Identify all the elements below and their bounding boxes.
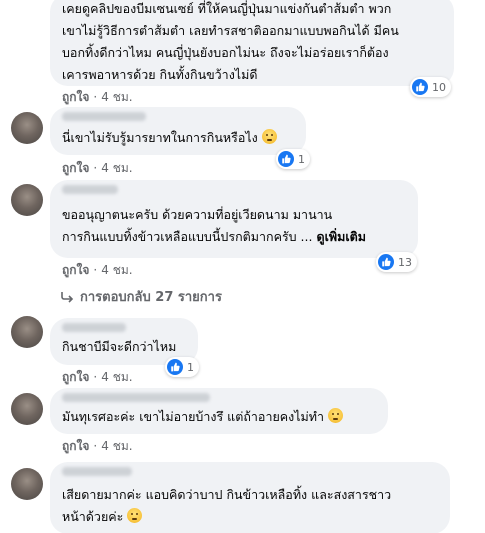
timestamp[interactable]: 4 ชม. bbox=[101, 161, 132, 175]
comment-text: นี่เขาไม่รับรู้มารยาทในการกินหรือไง bbox=[62, 127, 294, 149]
emoji-icon bbox=[127, 508, 143, 523]
comment-line: มันทุเรศอะค่ะ เขาไม่อายบ้างรึ แต่ถ้าอายค… bbox=[62, 409, 325, 424]
like-icon bbox=[412, 79, 428, 95]
view-replies-label: การตอบกลับ 27 รายการ bbox=[80, 290, 222, 305]
comment-text: เสียดายมากค่ะ แอบคิดว่าบาป กินข้าวเหลือท… bbox=[62, 484, 438, 528]
like-icon bbox=[378, 254, 394, 270]
reaction-number: 1 bbox=[298, 152, 305, 166]
comment-line: เคารพอาหารด้วย กินทั้งกินขว้างไม่ดี bbox=[62, 67, 258, 82]
comment-line: เสียดายมากค่ะ แอบคิดว่าบาป กินข้าวเหลือท… bbox=[62, 487, 392, 502]
comment-bubble: เสียดายมากค่ะ แอบคิดว่าบาป กินข้าวเหลือท… bbox=[50, 462, 450, 533]
timestamp[interactable]: 4 ชม. bbox=[101, 439, 132, 453]
comment-actions: ถูกใจ · 4 ชม. bbox=[62, 89, 133, 105]
separator: · bbox=[93, 161, 98, 175]
separator: · bbox=[93, 90, 98, 104]
comment-line: เขาไม่รู้วิธีการตำส้มตำ เลยทำรสชาติออกมา… bbox=[62, 23, 399, 38]
comment-line: การกินแบบทิ้งข้าวเหลือแบบนี้ปรกติมากครับ… bbox=[62, 229, 313, 244]
comment-actions: ถูกใจ · 4 ชม. bbox=[62, 369, 133, 385]
comment-line: ขออนุญาตนะครับ ด้วยความที่อยู่เวียดนาม ม… bbox=[62, 207, 333, 222]
avatar[interactable] bbox=[11, 468, 43, 500]
emoji-icon bbox=[328, 408, 344, 423]
reaction-count[interactable]: 1 bbox=[276, 149, 310, 169]
comment-line: บอกทิ้งดีกว่าไหม คนญี่ปุ่นยังบอกไม่นะ ถึ… bbox=[62, 45, 389, 60]
comment-line: หน้าด้วยค่ะ bbox=[62, 509, 124, 524]
author-name[interactable] bbox=[62, 185, 118, 194]
like-link[interactable]: ถูกใจ bbox=[62, 90, 89, 104]
view-replies-button[interactable]: การตอบกลับ 27 รายการ bbox=[60, 286, 222, 307]
comment-actions: ถูกใจ · 4 ชม. bbox=[62, 262, 133, 278]
like-link[interactable]: ถูกใจ bbox=[62, 439, 89, 453]
comment-actions: ถูกใจ · 4 ชม. bbox=[62, 438, 133, 454]
comment-text: กินชาบีมีจะดีกว่าไหม bbox=[62, 336, 186, 358]
author-name[interactable] bbox=[62, 393, 210, 402]
like-icon bbox=[167, 359, 183, 375]
like-icon bbox=[278, 151, 294, 167]
timestamp[interactable]: 4 ชม. bbox=[101, 263, 132, 277]
like-link[interactable]: ถูกใจ bbox=[62, 263, 89, 277]
author-name[interactable] bbox=[62, 112, 146, 121]
emoji-icon bbox=[261, 129, 277, 144]
reaction-count[interactable]: 1 bbox=[165, 357, 199, 377]
comment-text: มันทุเรศอะค่ะ เขาไม่อายบ้างรึ แต่ถ้าอายค… bbox=[62, 406, 376, 428]
comment-text: เคยดูคลิปของบีมเซนเซย์ ที่ให้คนญี่ปุ่นมา… bbox=[62, 0, 442, 86]
author-name[interactable] bbox=[62, 323, 126, 332]
separator: · bbox=[93, 439, 98, 453]
like-link[interactable]: ถูกใจ bbox=[62, 370, 89, 384]
like-link[interactable]: ถูกใจ bbox=[62, 161, 89, 175]
comment-text: ขออนุญาตนะครับ ด้วยความที่อยู่เวียดนาม ม… bbox=[62, 204, 406, 248]
comment-bubble: นี่เขาไม่รับรู้มารยาทในการกินหรือไง bbox=[50, 107, 306, 155]
comment-line: นี่เขาไม่รับรู้มารยาทในการกินหรือไง bbox=[62, 130, 258, 145]
reaction-count[interactable]: 10 bbox=[410, 77, 451, 97]
comment-bubble: เคยดูคลิปของบีมเซนเซย์ ที่ให้คนญี่ปุ่นมา… bbox=[50, 0, 454, 86]
comment-bubble: มันทุเรศอะค่ะ เขาไม่อายบ้างรึ แต่ถ้าอายค… bbox=[50, 388, 388, 434]
avatar[interactable] bbox=[11, 112, 43, 144]
timestamp[interactable]: 4 ชม. bbox=[101, 370, 132, 384]
reaction-number: 10 bbox=[432, 80, 446, 94]
comment-line: เคยดูคลิปของบีมเซนเซย์ ที่ให้คนญี่ปุ่นมา… bbox=[62, 1, 392, 16]
reaction-count[interactable]: 13 bbox=[376, 252, 417, 272]
reaction-number: 13 bbox=[398, 255, 412, 269]
comment-bubble: ขออนุญาตนะครับ ด้วยความที่อยู่เวียดนาม ม… bbox=[50, 180, 418, 258]
comment-line: กินชาบีมีจะดีกว่าไหม bbox=[62, 339, 177, 354]
comment-actions: ถูกใจ · 4 ชม. bbox=[62, 160, 133, 176]
separator: · bbox=[93, 263, 98, 277]
avatar[interactable] bbox=[11, 316, 43, 348]
see-more-link[interactable]: ดูเพิ่มเติม bbox=[316, 229, 366, 244]
author-name[interactable] bbox=[62, 467, 132, 476]
reaction-number: 1 bbox=[187, 360, 194, 374]
avatar[interactable] bbox=[11, 393, 43, 425]
avatar[interactable] bbox=[11, 184, 43, 216]
timestamp[interactable]: 4 ชม. bbox=[101, 90, 132, 104]
reply-arrow-icon bbox=[61, 291, 74, 303]
separator: · bbox=[93, 370, 98, 384]
